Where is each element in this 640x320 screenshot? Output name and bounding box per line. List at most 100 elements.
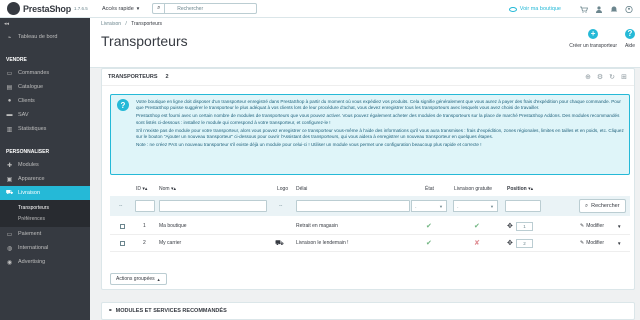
bulk-actions-button[interactable]: Actions groupées ▲ xyxy=(110,273,167,285)
sort-arrows-icon[interactable]: ▾▴ xyxy=(528,186,533,192)
sidebar-item-appearance[interactable]: ▣ Apparence xyxy=(0,172,90,186)
view-shop-label: Voir ma boutique xyxy=(519,6,561,12)
edit-button[interactable]: ✎ Modifier xyxy=(580,238,604,248)
sort-arrows-icon[interactable]: ▾▴ xyxy=(142,186,147,192)
row-id: 1 xyxy=(143,223,146,229)
drag-handle-icon[interactable]: ✥ xyxy=(507,239,513,247)
prestashop-logo[interactable]: PrestaShop 1.7.6.5 xyxy=(7,2,90,15)
filter-delay-input[interactable] xyxy=(296,200,410,212)
cart-icon[interactable] xyxy=(580,6,588,13)
sidebar-collapse-toggle[interactable]: ◂◂ xyxy=(0,18,90,30)
filter-id-input[interactable] xyxy=(135,200,155,212)
sidebar-item-label: Tableau de bord xyxy=(18,34,58,40)
sidebar-item-catalog[interactable]: ▤ Catalogue xyxy=(0,80,90,94)
table-row[interactable]: 1 Ma boutique Retrait en magasin ✔ ✔ ✥ 1… xyxy=(110,218,630,235)
search-icon[interactable]: ⌕ xyxy=(153,4,166,13)
create-carrier-label: Créer un transporteur xyxy=(569,43,617,49)
panel-toolbar: ⊕ ⚙ ↻ ⊞ xyxy=(580,73,628,81)
search-button[interactable]: ⌕ Rechercher xyxy=(579,199,626,213)
search-input[interactable]: Rechercher xyxy=(165,6,203,12)
row-delay: Retrait en magasin xyxy=(296,223,338,229)
position-value: 1 xyxy=(516,221,533,231)
advertising-icon: ◉ xyxy=(6,259,13,266)
info-paragraph: PrestaShop est fourni avec un certain no… xyxy=(136,113,620,125)
col-id[interactable]: ID ▾▴ xyxy=(136,186,147,192)
top-bar: PrestaShop 1.7.6.5 Accès rapide ▼ ⌕ Rech… xyxy=(0,0,640,18)
carrier-count-badge: 2 xyxy=(165,74,169,80)
edit-button-label: Modifier xyxy=(586,223,604,229)
sidebar-item-international[interactable]: ◍ International xyxy=(0,241,90,255)
info-paragraph: Note : ne créez PAS un nouveau transport… xyxy=(136,142,482,148)
help-icon: ? xyxy=(624,29,635,39)
position-value: 2 xyxy=(516,238,533,248)
sidebar-item-advertising[interactable]: ◉ Advertising xyxy=(0,255,90,269)
filter-logo-placeholder: -- xyxy=(279,203,283,209)
col-status: État xyxy=(425,186,434,192)
sidebar-item-payment[interactable]: ▭ Paiement xyxy=(0,227,90,241)
drag-handle-icon[interactable]: ✥ xyxy=(507,222,513,230)
sidebar-item-label: Apparence xyxy=(18,176,45,182)
sidebar-subitem-carriers[interactable]: Transporteurs xyxy=(0,202,90,213)
quick-access-menu[interactable]: Accès rapide ▼ xyxy=(102,6,140,12)
sidebar-item-stats[interactable]: ▥ Statistiques xyxy=(0,122,90,136)
row-name: Ma boutique xyxy=(159,223,187,229)
sidebar-item-shipping[interactable]: ⛟ Livraison xyxy=(0,186,90,200)
store-icon: ▤ xyxy=(6,84,13,91)
filter-row: -- -- - ▼ - ▼ ⌕ Rechercher xyxy=(110,196,630,216)
payment-icon: ▭ xyxy=(6,231,13,238)
sidebar-subitem-preferences[interactable]: Préférences xyxy=(0,213,90,224)
filter-status-value: - xyxy=(415,203,417,209)
recommended-modules-title: MODULES ET SERVICES RECOMMANDÉS xyxy=(115,308,227,314)
account-icon[interactable] xyxy=(625,5,633,13)
recommended-modules-panel[interactable]: ⚭ MODULES ET SERVICES RECOMMANDÉS xyxy=(101,302,635,320)
refresh-icon[interactable]: ↻ xyxy=(608,73,616,81)
gear-icon[interactable]: ⚙ xyxy=(596,73,604,81)
search-box[interactable]: ⌕ Rechercher xyxy=(152,3,258,14)
add-circle-icon[interactable]: ⊕ xyxy=(584,73,592,81)
create-carrier-button[interactable]: + Créer un transporteur xyxy=(569,29,617,49)
collapse-arrows-icon: ◂◂ xyxy=(4,21,10,27)
sidebar-item-customers[interactable]: ● Clients xyxy=(0,94,90,108)
col-free-shipping: Livraison gratuite xyxy=(454,186,493,192)
sidebar-item-orders[interactable]: ▭ Commandes xyxy=(0,66,90,80)
sidebar-item-sav[interactable]: ▬ SAV xyxy=(0,108,90,122)
topbar-right: Voir ma boutique xyxy=(508,0,633,18)
pencil-icon: ✎ xyxy=(580,240,585,246)
puzzle-icon: ✚ xyxy=(6,162,13,169)
help-icon: ? xyxy=(117,99,129,111)
free-shipping-no-icon[interactable]: ✘ xyxy=(474,239,480,247)
info-alert: ? Votre boutique en ligne doit disposer … xyxy=(110,94,630,175)
filter-name-input[interactable] xyxy=(159,200,267,212)
status-enabled-icon[interactable]: ✔ xyxy=(426,239,432,247)
user-icon[interactable] xyxy=(595,5,603,13)
sidebar-item-modules[interactable]: ✚ Modules xyxy=(0,158,90,172)
chevron-down-icon: ▼ xyxy=(135,6,141,11)
filter-status-select[interactable]: - ▼ xyxy=(411,200,447,212)
row-checkbox[interactable] xyxy=(120,240,125,246)
info-text: Votre boutique en ligne doit disposer d'… xyxy=(136,99,626,150)
filter-free-select[interactable]: - ▼ xyxy=(453,200,498,212)
row-checkbox[interactable] xyxy=(120,223,125,229)
filter-position-input[interactable] xyxy=(505,200,541,212)
row-actions-dropdown-icon[interactable]: ▼ xyxy=(617,241,621,246)
sidebar-item-label: Catalogue xyxy=(18,84,44,90)
sql-icon[interactable]: ⊞ xyxy=(620,73,628,81)
sidebar-item-dashboard[interactable]: ⌁ Tableau de bord xyxy=(0,30,90,44)
desktop-icon: ▣ xyxy=(6,176,13,183)
edit-button-label: Modifier xyxy=(586,240,604,246)
help-button[interactable]: ? Aide xyxy=(624,29,635,49)
col-position[interactable]: Position ▾▴ xyxy=(507,186,533,192)
sidebar-item-label: Livraison xyxy=(18,190,41,196)
sidebar-item-label: Commandes xyxy=(18,70,50,76)
table-row[interactable]: 2 My carrier ⛟ Livraison le lendemain ! … xyxy=(110,235,630,252)
edit-button[interactable]: ✎ Modifier xyxy=(580,221,604,231)
status-enabled-icon[interactable]: ✔ xyxy=(426,222,432,230)
col-name[interactable]: Nom ▾▴ xyxy=(159,186,176,192)
row-actions-dropdown-icon[interactable]: ▼ xyxy=(617,224,621,229)
free-shipping-yes-icon[interactable]: ✔ xyxy=(474,222,480,230)
breadcrumb-parent[interactable]: Livraison xyxy=(101,21,121,27)
notification-icon[interactable] xyxy=(610,6,618,13)
view-shop-link[interactable]: Voir ma boutique xyxy=(508,6,561,12)
bulk-actions-label: Actions groupées xyxy=(116,276,155,282)
sort-arrows-icon[interactable]: ▾▴ xyxy=(171,186,176,192)
